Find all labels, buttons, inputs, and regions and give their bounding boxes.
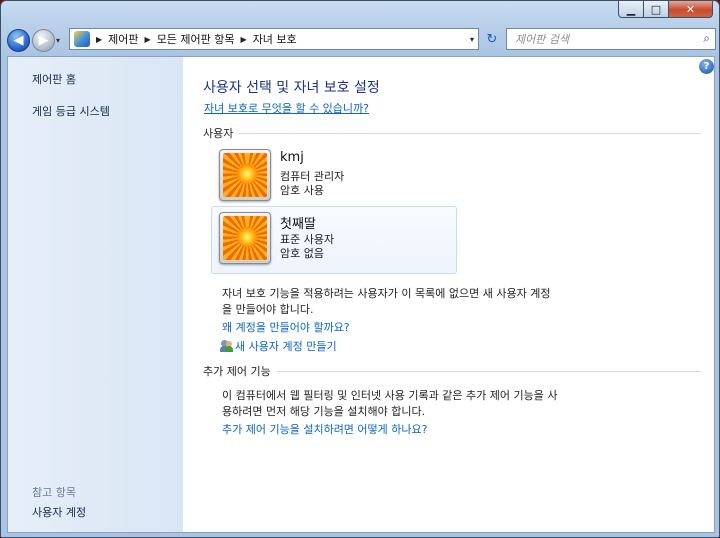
info-line: 이 컴퓨터에서 웹 필터링 및 인터넷 사용 기록과 같은 추가 제어 기능을 … [222, 389, 558, 402]
extra-controls-section-label: 추가 제어 기능 [203, 365, 271, 378]
create-new-account-link[interactable]: 새 사용자 계정 만들기 [220, 338, 337, 354]
breadcrumb-control-panel[interactable]: 제어판 [104, 31, 142, 47]
info-line: 자녀 보호 기능을 적용하려는 사용자가 이 목록에 없으면 새 사용자 계정 [222, 287, 551, 300]
extra-controls-info: 이 컴퓨터에서 웹 필터링 및 인터넷 사용 기록과 같은 추가 제어 기능을 … [222, 388, 557, 420]
caption-buttons: ▁ □ ✕ [618, 1, 713, 18]
users-section-header: 사용자 [203, 125, 701, 141]
search-box[interactable]: ⌕ [506, 28, 716, 50]
forward-button[interactable]: ▶ [32, 28, 55, 52]
address-dropdown-icon[interactable]: ▾ [470, 35, 474, 44]
what-can-parental-controls-do-link[interactable]: 자녀 보호로 무엇을 할 수 있습니까? [204, 100, 369, 116]
sidebar-item-user-accounts[interactable]: 사용자 계정 [32, 504, 86, 520]
user-avatar [219, 149, 271, 201]
section-divider [239, 132, 701, 134]
control-panel-icon [74, 31, 90, 47]
maximize-button[interactable]: □ [644, 1, 669, 18]
add-user-icon [220, 339, 234, 352]
user-password-status: 암호 없음 [280, 247, 324, 260]
back-button[interactable]: ◀ [7, 28, 30, 52]
refresh-button[interactable]: ↻ [481, 29, 503, 49]
flower-picture-icon [223, 216, 267, 260]
install-extra-controls-link[interactable]: 추가 제어 기능을 설치하려면 어떻게 하나요? [222, 421, 427, 437]
search-icon[interactable]: ⌕ [703, 31, 710, 46]
sidebar: 제어판 홈 게임 등급 시스템 참고 항목 사용자 계정 [8, 57, 183, 532]
section-divider [276, 370, 701, 372]
user-name: kmj [280, 150, 304, 165]
breadcrumb-separator[interactable]: ▶ [239, 35, 249, 44]
control-panel-window: ▁ □ ✕ ◀ ▶ ▾ ▶ 제어판 ▶ 모든 제어판 항목 ▶ 자녀 보호 ▾ … [0, 0, 720, 538]
minimize-button[interactable]: ▁ [618, 1, 644, 18]
help-icon[interactable]: ? [699, 59, 714, 74]
forward-arrow-icon: ▶ [38, 32, 49, 48]
breadcrumb-separator[interactable]: ▶ [94, 35, 104, 44]
create-account-info: 자녀 보호 기능을 적용하려는 사용자가 이 목록에 없으면 새 사용자 계정 … [222, 286, 550, 318]
navigation-bar: ◀ ▶ ▾ ▶ 제어판 ▶ 모든 제어판 항목 ▶ 자녀 보호 ▾ ↻ ⌕ [7, 26, 716, 54]
page-title: 사용자 선택 및 자녀 보호 설정 [203, 80, 380, 96]
info-line: 용하려면 먼저 해당 기능을 설치해야 합니다. [222, 405, 426, 418]
refresh-icon: ↻ [486, 31, 498, 47]
create-new-account-label[interactable]: 새 사용자 계정 만들기 [235, 340, 337, 353]
sidebar-item-control-panel-home[interactable]: 제어판 홈 [32, 71, 76, 87]
recent-pages-dropdown[interactable]: ▾ [56, 36, 66, 45]
why-create-account-link[interactable]: 왜 계정을 만들어야 할까요? [222, 319, 350, 335]
address-bar[interactable]: ▶ 제어판 ▶ 모든 제어판 항목 ▶ 자녀 보호 ▾ [69, 28, 479, 50]
user-password-status: 암호 사용 [280, 184, 324, 197]
user-avatar [219, 212, 271, 264]
main-panel: ? 사용자 선택 및 자녀 보호 설정 자녀 보호로 무엇을 할 수 있습니까?… [183, 57, 714, 532]
user-card-first-daughter[interactable]: 첫째딸 표준 사용자 암호 없음 [211, 206, 457, 274]
user-name: 첫째딸 [280, 217, 316, 232]
back-arrow-icon: ◀ [13, 32, 24, 48]
close-button[interactable]: ✕ [669, 1, 713, 18]
users-section-label: 사용자 [203, 127, 234, 140]
content-area: 제어판 홈 게임 등급 시스템 참고 항목 사용자 계정 ? 사용자 선택 및 … [7, 56, 715, 533]
user-card-kmj[interactable]: kmj 컴퓨터 관리자 암호 사용 [211, 143, 457, 211]
breadcrumb-all-items[interactable]: 모든 제어판 항목 [153, 31, 239, 47]
flower-picture-icon [223, 153, 267, 197]
sidebar-item-game-ratings[interactable]: 게임 등급 시스템 [32, 103, 110, 119]
see-also-heading: 참고 항목 [32, 486, 76, 499]
breadcrumb-parental-controls[interactable]: 자녀 보호 [249, 31, 301, 47]
search-input[interactable] [515, 32, 695, 46]
extra-controls-section-header: 추가 제어 기능 [203, 363, 701, 379]
info-line: 을 만들어야 합니다. [222, 303, 314, 316]
breadcrumb-separator[interactable]: ▶ [143, 35, 153, 44]
